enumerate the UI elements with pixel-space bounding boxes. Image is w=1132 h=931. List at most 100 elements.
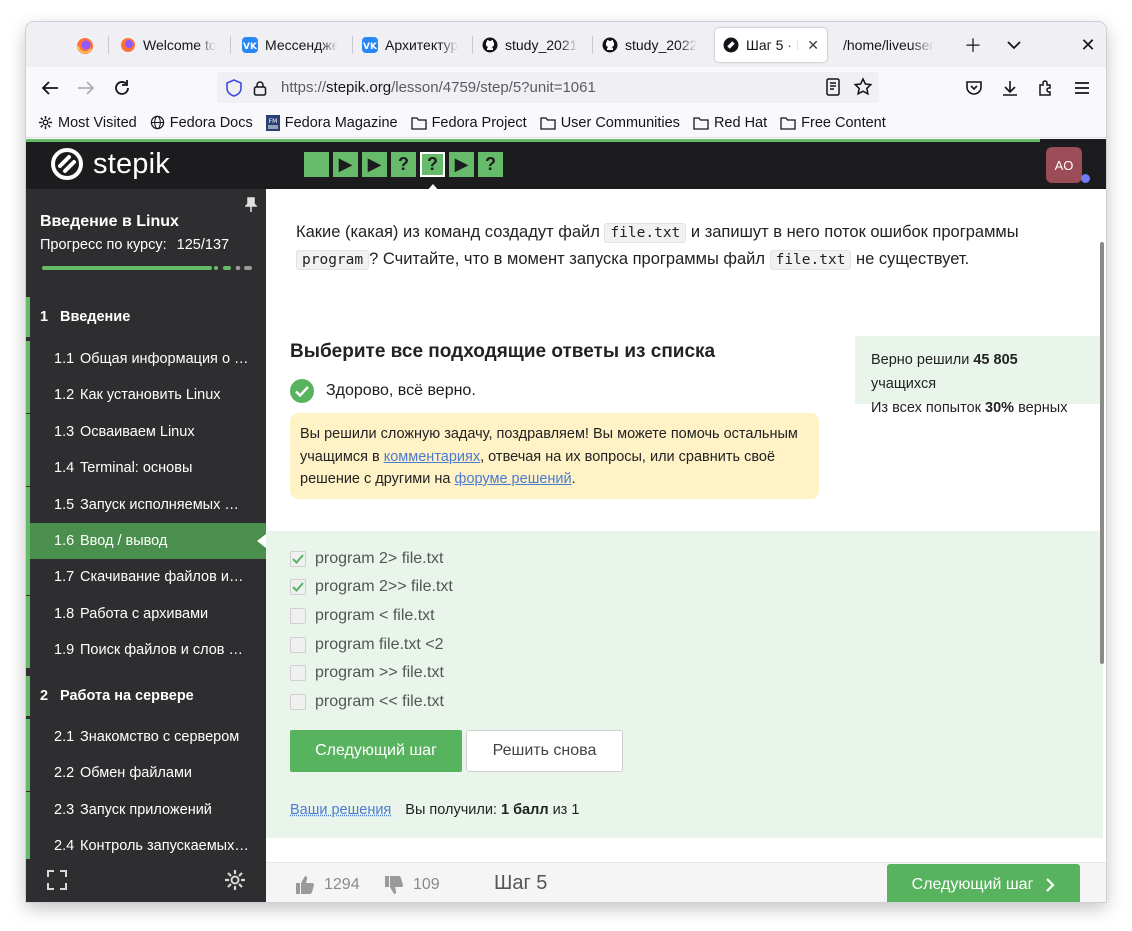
option-label: program < file.txt [315,607,435,624]
lesson-2-2[interactable]: 2.2 Обмен файлами [26,755,266,791]
checkbox-checked[interactable] [290,579,306,595]
likes-count: 1294 [324,876,360,893]
forward-button[interactable] [72,75,100,101]
checkbox-unchecked[interactable] [290,694,306,710]
question-text: Какие (какая) из команд создадут файл fi… [296,219,1056,273]
tab-messenger[interactable]: VK Мессендже [234,28,346,62]
next-step-footer-button[interactable]: Следующий шаг [887,864,1080,902]
section-1[interactable]: 1 Введение [26,297,266,337]
gear-icon[interactable] [224,869,246,891]
bookmark-fedora-docs[interactable]: Fedora Docs [150,115,253,131]
lesson-num: 1.2 [54,387,75,403]
url-prefix: https:// [281,79,327,96]
extensions-button[interactable] [1032,75,1060,101]
tab-architecture[interactable]: VK Архитектур [354,28,466,62]
lesson-1-3[interactable]: 1.3 Осваиваем Linux [26,414,266,450]
correct-feedback: Здорово, всё верно. [290,379,476,403]
menu-button[interactable] [1068,75,1096,101]
congrats-text-3: . [571,471,576,487]
close-window-button[interactable]: ✕ [1074,32,1102,58]
lesson-1-2[interactable]: 1.2 Как установить Linux [26,377,266,413]
bookmark-most-visited[interactable]: Most Visited [38,115,137,131]
step-3[interactable]: ▶ [362,152,387,177]
solutions-forum-link[interactable]: форуме решений [455,471,572,487]
lesson-1-4[interactable]: 1.4 Terminal: основы [26,450,266,486]
option-1[interactable]: program 2> file.txt [290,550,444,568]
tab-study-2022[interactable]: study_2022 [594,28,706,62]
step-6[interactable]: ▶ [449,152,474,177]
user-avatar[interactable]: AO [1046,147,1082,183]
lesson-num: 2.1 [54,729,75,745]
option-3[interactable]: program < file.txt [290,607,435,625]
option-6[interactable]: program << file.txt [290,693,444,711]
vk-icon: VK [242,37,258,53]
lesson-2-3[interactable]: 2.3 Запуск приложений [26,792,266,828]
url-bar[interactable]: https://stepik.org/lesson/4759/step/5?un… [217,72,879,103]
step-7[interactable]: ? [478,152,503,177]
vk-icon: VK [362,37,378,53]
stepik-logo[interactable]: stepik [50,147,170,181]
lesson-1-8[interactable]: 1.8 Работа с архивами [26,596,266,632]
dislike-button[interactable]: 109 [383,874,440,896]
step-4[interactable]: ? [391,152,416,177]
lesson-1-5[interactable]: 1.5 Запуск исполняемых файлов [26,487,266,523]
option-4[interactable]: program file.txt <2 [290,636,444,654]
lock-icon[interactable] [252,80,268,96]
back-button[interactable] [36,75,64,101]
course-title[interactable]: Введение в Linux [40,213,179,231]
bookmark-fedora-project[interactable]: Fedora Project [410,115,527,131]
comments-link[interactable]: комментариях [384,449,480,465]
tab-welcome[interactable]: Welcome to [112,28,224,62]
list-tabs-button[interactable] [1000,32,1028,58]
thumbs-up-icon [296,876,314,894]
stats-attempts-suffix: верных [1018,400,1068,416]
reader-view-icon[interactable] [823,77,843,97]
url-text[interactable]: https://stepik.org/lesson/4759/step/5?un… [281,79,596,96]
pin-icon[interactable] [245,197,257,213]
tab-stepik-active[interactable]: Шаг 5 · Вв ✕ [715,28,827,62]
option-5[interactable]: program >> file.txt [290,664,444,682]
next-step-button[interactable]: Следующий шаг [290,730,462,772]
step-2[interactable]: ▶ [333,152,358,177]
star-icon[interactable] [853,77,873,97]
lesson-1-9[interactable]: 1.9 Поиск файлов и слов в файлах [26,632,266,668]
bookmark-label: Fedora Docs [169,114,253,131]
step-1[interactable] [304,152,329,177]
pocket-button[interactable] [960,75,988,101]
tab-study-2021[interactable]: study_2021- [474,28,586,62]
lesson-2-1[interactable]: 2.1 Знакомство с сервером [26,719,266,755]
new-tab-button[interactable]: ＋ [959,32,987,58]
lesson-num: 2.3 [54,802,75,818]
option-2[interactable]: program 2>> file.txt [290,578,453,596]
checkbox-unchecked[interactable] [290,608,306,624]
checkbox-unchecked[interactable] [290,637,306,653]
tab-home-liveuser[interactable]: /home/liveuser [835,28,947,62]
shield-icon[interactable] [225,78,243,97]
bookmark-fedora-magazine[interactable]: FM Fedora Magazine [265,114,398,131]
stats-attempts-prefix: Из всех попыток [871,400,981,416]
folder-icon [410,116,427,130]
bookmark-label: User Communities [560,114,680,131]
your-solutions-link[interactable]: Ваши решения [290,802,391,818]
bookmark-free-content[interactable]: Free Content [780,115,886,131]
lesson-1-6-active[interactable]: 1.6 Ввод / вывод [26,523,266,559]
like-button[interactable]: 1294 [294,874,360,896]
solve-again-button[interactable]: Решить снова [466,730,623,772]
lesson-1-1[interactable]: 1.1 Общая информация о курсе [26,341,266,377]
close-tab-icon[interactable]: ✕ [807,37,819,54]
stats-attempts-pct: 30% [985,400,1015,416]
firefox-icon[interactable] [76,37,94,55]
checkbox-unchecked[interactable] [290,665,306,681]
folder-icon [540,116,556,130]
lesson-1-7[interactable]: 1.7 Скачивание файлов из интернета [26,559,266,595]
bookmark-user-communities[interactable]: User Communities [540,115,680,131]
downloads-button[interactable] [996,75,1024,101]
reload-button[interactable] [108,75,136,101]
svg-text:FM: FM [268,118,277,125]
step-5-current[interactable]: ? [420,152,445,192]
fullscreen-icon[interactable] [46,869,68,891]
checkbox-checked[interactable] [290,551,306,567]
bookmark-red-hat[interactable]: Red Hat [693,115,767,131]
page-scrollbar[interactable] [1100,242,1104,664]
section-2[interactable]: 2 Работа на сервере [26,676,266,716]
